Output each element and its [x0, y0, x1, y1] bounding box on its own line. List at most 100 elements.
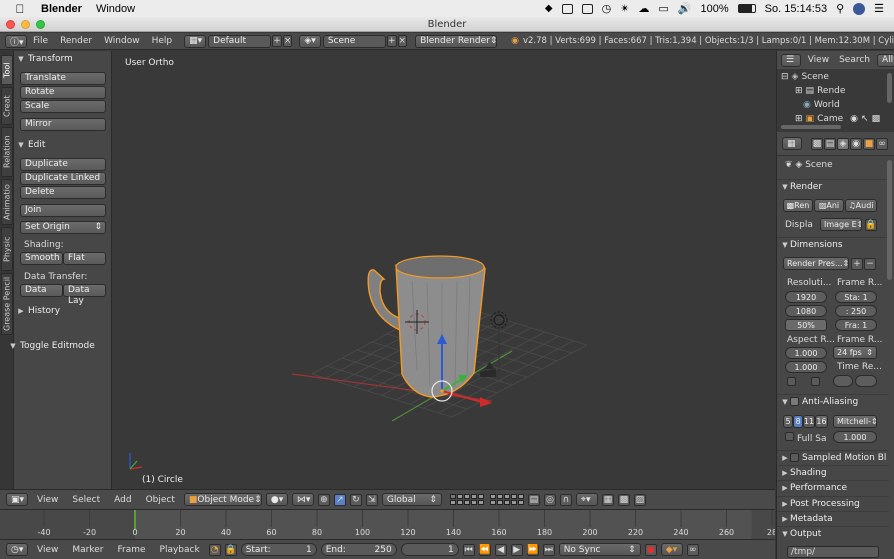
copy-icon[interactable] [581, 3, 593, 14]
panel-output[interactable]: ▼ Output [777, 526, 889, 540]
timeline[interactable]: -40 -20 0 20 40 60 80 100 120 140 160 180 200 220 240 2… [0, 509, 775, 539]
full-sample-option[interactable]: Full Sa [785, 432, 826, 444]
render-animation-icon[interactable]: ▨ [633, 493, 646, 506]
aspect-x-field[interactable]: 1.000 [785, 347, 827, 359]
display-icon[interactable] [561, 3, 573, 14]
close-window-button[interactable] [6, 20, 15, 29]
join-button[interactable]: Join [20, 204, 106, 217]
pivot-point-icon[interactable]: ⋈▾ [291, 493, 314, 506]
time-remap-old-field[interactable] [833, 375, 853, 387]
resolution-percent-field[interactable]: 50% [785, 319, 827, 331]
scene-context[interactable]: ❦ ◈ Scene [785, 160, 833, 170]
shading-mode-icon[interactable]: ●▾ [265, 493, 288, 506]
start-frame-field[interactable]: Start: 1 [240, 543, 317, 556]
play-icon[interactable]: ▶ [510, 543, 523, 556]
editor-type-timeline-icon[interactable]: ◷▾ [6, 543, 28, 556]
battery-icon[interactable] [737, 4, 756, 13]
render-engine-select[interactable]: Blender Render ⇕ [415, 34, 497, 48]
preview-range-icon[interactable]: ◔ [208, 543, 221, 556]
apple-icon[interactable]:  [13, 2, 27, 16]
expand-icon[interactable]: ⊞ [795, 114, 803, 124]
aa-samples-11[interactable]: 11 [803, 415, 815, 428]
flat-button[interactable]: Flat [63, 252, 106, 265]
aa-filter-size-field[interactable]: 1.000 [833, 431, 877, 443]
outliner-menu-view[interactable]: View [805, 55, 832, 65]
menu-marker[interactable]: Marker [67, 545, 108, 555]
layer-buttons-2[interactable] [489, 494, 524, 505]
outliner-hscrollbar[interactable] [781, 125, 841, 129]
jump-keyframe-back-icon[interactable]: ⏪ [478, 543, 491, 556]
aa-filter-select[interactable]: Mitchell-⇕ [833, 415, 877, 428]
jump-end-icon[interactable]: ⏭ [542, 543, 555, 556]
rotate-button[interactable]: Rotate [20, 86, 106, 99]
tab-create[interactable]: Creat [1, 87, 13, 125]
menu-help[interactable]: Help [146, 36, 179, 46]
sync-mode-select[interactable]: No Sync ⇕ [558, 543, 641, 556]
duplicate-button[interactable]: Duplicate [20, 158, 106, 171]
frame-end-field[interactable]: : 250 [835, 305, 877, 317]
editor-type-outliner-icon[interactable]: ☰ [781, 53, 801, 67]
lock-camera-icon[interactable]: ▤ [527, 493, 540, 506]
remove-layout-icon[interactable]: × [282, 35, 293, 47]
proportional-edit-icon[interactable]: ◎ [543, 493, 556, 506]
frame-start-field[interactable]: Sta: 1 [835, 291, 877, 303]
record-icon[interactable]: ● [644, 543, 657, 556]
panel-performance[interactable]: ▶ Performance [777, 480, 889, 494]
select-arrow-icon[interactable]: ↖ [861, 114, 869, 124]
orientation-select[interactable]: Global ⇕ [381, 493, 442, 506]
display-select[interactable]: Image E⇕ [820, 218, 862, 231]
tab-world-icon[interactable]: ◉ [850, 138, 862, 150]
panel-sampled-motion-blur[interactable]: ▶ Sampled Motion Bl [777, 450, 889, 464]
panel-shading[interactable]: ▶ Shading [777, 465, 889, 479]
full-sample-checkbox[interactable] [785, 432, 794, 441]
anti-aliasing-checkbox[interactable] [790, 397, 799, 406]
scene-field[interactable]: Scene [322, 34, 386, 48]
tab-constraints-icon[interactable]: ∞ [876, 138, 888, 150]
properties-scrollbar[interactable] [887, 160, 892, 280]
airplay-icon[interactable]: ▭ [658, 2, 668, 15]
snap-element-icon[interactable]: ⌖▾ [575, 493, 598, 506]
battery-percent[interactable]: 100% [701, 3, 729, 15]
menu-tl-view[interactable]: View [32, 545, 63, 555]
lock-interface-icon[interactable]: 🔒 [865, 219, 877, 231]
render-opengl-icon[interactable]: ▩ [617, 493, 630, 506]
add-scene-icon[interactable]: + [387, 35, 397, 47]
clock[interactable]: So. 15:14:53 [765, 3, 827, 15]
keying-set-icon[interactable]: ◆▾ [660, 543, 683, 556]
data-button[interactable]: Data [20, 284, 63, 297]
outliner-item-world[interactable]: ◉ World [803, 98, 840, 111]
tab-relations[interactable]: Relation [1, 127, 13, 177]
aa-samples-16[interactable]: 16 [815, 415, 828, 428]
set-origin-select[interactable]: Set Origin ⇕ [20, 221, 106, 234]
tab-grease-pencil[interactable]: Grease Pencil [1, 273, 13, 335]
menu-file[interactable]: File [27, 36, 54, 46]
resolution-x-field[interactable]: 1920 [785, 291, 827, 303]
outliner-display-select[interactable]: All [877, 53, 894, 67]
panel-history[interactable]: ▶ History [14, 304, 112, 318]
aa-samples-8[interactable]: 8 [793, 415, 803, 428]
aspect-y-field[interactable]: 1.000 [785, 361, 827, 373]
render-camera-icon[interactable]: ▩ [872, 114, 881, 124]
outliner-item-render-layers[interactable]: ⊞ ▤ Rende [795, 84, 845, 97]
manipulator-translate-icon[interactable]: ↗ [333, 493, 346, 506]
render-button[interactable]: ▩ Ren [783, 199, 813, 212]
current-frame-field[interactable]: 1 [400, 543, 459, 556]
tab-render-icon[interactable]: ▩ [811, 138, 823, 150]
tab-physics[interactable]: Physic [1, 227, 13, 271]
manipulator-rotate-icon[interactable]: ↻ [349, 493, 362, 506]
editor-type-properties-icon[interactable]: ▦ [782, 137, 802, 150]
app-menu-blender[interactable]: Blender [41, 3, 82, 15]
remove-scene-icon[interactable]: × [397, 35, 408, 47]
panel-render[interactable]: ▼ Render [777, 179, 889, 193]
add-layout-icon[interactable]: + [272, 35, 282, 47]
menu-window-blender[interactable]: Window [98, 36, 146, 46]
time-remap-new-field[interactable] [855, 375, 877, 387]
render-animation-button[interactable]: ▨ Ani [814, 199, 844, 212]
tab-scene-icon[interactable]: ◈ [837, 138, 849, 150]
screen-layout-field[interactable]: Default [208, 34, 272, 48]
end-frame-field[interactable]: End: 250 [320, 543, 397, 556]
layer-buttons[interactable] [449, 494, 484, 505]
panel-post-processing[interactable]: ▶ Post Processing [777, 496, 889, 510]
menu-frame[interactable]: Frame [112, 545, 150, 555]
manipulator-scale-icon[interactable]: ⇲ [365, 493, 378, 506]
